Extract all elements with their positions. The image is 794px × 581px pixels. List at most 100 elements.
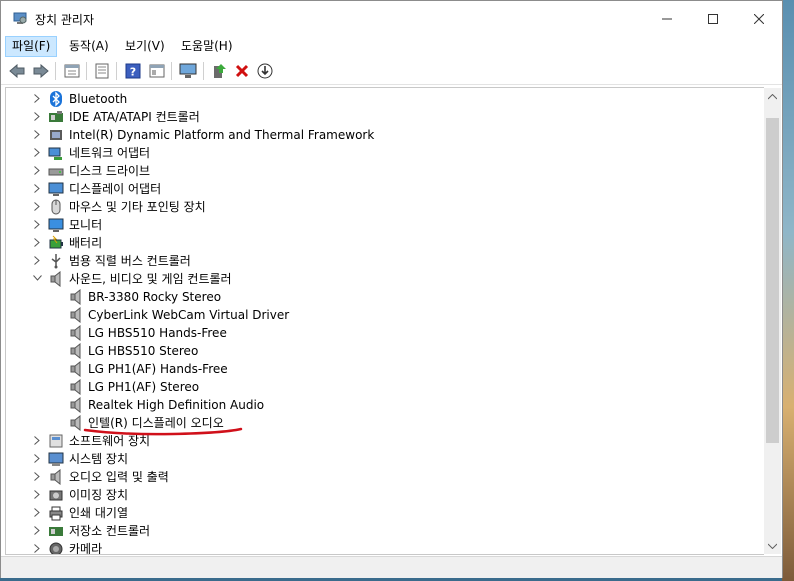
tree-category-label: 디스플레이 어댑터 [69, 182, 162, 196]
chevron-right-icon[interactable] [31, 90, 43, 108]
tree-device[interactable]: LG HBS510 Hands-Free [6, 324, 746, 342]
camera-icon [49, 542, 63, 554]
tree-category[interactable]: 범용 직렬 버스 컨트롤러 [6, 252, 746, 270]
chevron-right-icon[interactable] [31, 126, 43, 144]
scroll-up-button[interactable] [764, 88, 781, 105]
chevron-right-icon[interactable] [31, 522, 43, 540]
red-underline-annotation [83, 427, 243, 436]
menu-bar: 파일(F) 동작(A) 보기(V) 도움말(H) [1, 36, 782, 57]
chevron-right-icon[interactable] [31, 504, 43, 522]
speaker-icon [70, 289, 81, 305]
tree-device-label: LG HBS510 Hands-Free [88, 326, 227, 340]
network-adapter-icon [48, 147, 62, 160]
download-button[interactable] [255, 61, 275, 81]
menu-action[interactable]: 동작(A) [63, 36, 115, 57]
speaker-icon [70, 379, 81, 395]
chevron-up-icon [768, 93, 777, 99]
tree-category[interactable]: 디스플레이 어댑터 [6, 180, 746, 198]
help-button[interactable]: ? [123, 61, 143, 81]
chevron-right-icon[interactable] [31, 162, 43, 180]
mouse-icon [51, 199, 61, 215]
chevron-right-icon[interactable] [31, 108, 43, 126]
tree-device[interactable]: BR-3380 Rocky Stereo [6, 288, 746, 306]
tree-category[interactable]: 네트워크 어댑터 [6, 144, 746, 162]
menu-help[interactable]: 도움말(H) [175, 36, 239, 57]
chevron-right-icon[interactable] [31, 216, 43, 234]
tree-category[interactable]: 인쇄 대기열 [6, 504, 746, 522]
tree-device[interactable]: LG PH1(AF) Hands-Free [6, 360, 746, 378]
minimize-icon [662, 18, 672, 19]
speaker-icon [70, 397, 81, 413]
tree-category[interactable]: 이미징 장치 [6, 486, 746, 504]
update-driver-icon [214, 64, 226, 78]
tree-device[interactable]: LG HBS510 Stereo [6, 342, 746, 360]
chevron-right-icon[interactable] [31, 180, 43, 198]
menu-file[interactable]: 파일(F) [5, 36, 58, 57]
scrollbar-thumb[interactable] [766, 118, 779, 443]
desktop-background [782, 0, 794, 581]
ide-controller-icon [49, 111, 63, 122]
tree-category-label: 인쇄 대기열 [69, 506, 129, 520]
properties-button[interactable] [62, 61, 82, 81]
chevron-right-icon[interactable] [31, 252, 43, 270]
back-button[interactable] [7, 61, 27, 81]
tree-category[interactable]: 사운드, 비디오 및 게임 컨트롤러 [6, 270, 746, 288]
close-button[interactable] [736, 1, 782, 36]
battery-icon [49, 235, 63, 249]
tree-category[interactable]: Intel(R) Dynamic Platform and Thermal Fr… [6, 126, 746, 144]
maximize-button[interactable] [690, 1, 736, 36]
uninstall-button[interactable] [232, 61, 252, 81]
toolbar-separator [171, 62, 172, 80]
chevron-right-icon[interactable] [31, 450, 43, 468]
minimize-button[interactable] [644, 1, 690, 36]
tree-category[interactable]: 마우스 및 기타 포인팅 장치 [6, 198, 746, 216]
details-button[interactable] [147, 61, 167, 81]
tree-category[interactable]: IDE ATA/ATAPI 컨트롤러 [6, 108, 746, 126]
chevron-right-icon[interactable] [31, 198, 43, 216]
chevron-right-icon[interactable] [31, 486, 43, 504]
speaker-icon [70, 343, 81, 359]
tree-category[interactable]: 오디오 입력 및 출력 [6, 468, 746, 486]
tree-category[interactable]: 모니터 [6, 216, 746, 234]
chevron-right-icon[interactable] [31, 234, 43, 252]
scan-hardware-button[interactable] [178, 61, 198, 81]
svg-text:?: ? [130, 66, 136, 79]
speaker-icon [70, 415, 81, 431]
list-button[interactable] [92, 61, 112, 81]
device-manager-window: 장치 관리자 파일(F) 동작(A) 보기(V) 도움말(H) ? Blueto… [0, 0, 783, 578]
tree-device-label: LG PH1(AF) Hands-Free [88, 362, 228, 376]
toolbar-separator [116, 62, 117, 80]
tree-category[interactable]: 디스크 드라이브 [6, 162, 746, 180]
tree-device[interactable]: CyberLink WebCam Virtual Driver [6, 306, 746, 324]
toolbar: ? [1, 57, 782, 85]
forward-button[interactable] [31, 61, 51, 81]
update-driver-button[interactable] [209, 61, 229, 81]
close-icon [754, 13, 764, 24]
back-arrow-icon [9, 64, 25, 78]
chevron-right-icon[interactable] [31, 144, 43, 162]
tree-device[interactable]: Realtek High Definition Audio [6, 396, 746, 414]
properties-icon [64, 64, 80, 78]
tree-category-label: 시스템 장치 [69, 452, 129, 466]
disk-drive-icon [48, 168, 64, 176]
tree-category-label: Intel(R) Dynamic Platform and Thermal Fr… [69, 128, 375, 142]
tree-category[interactable]: 시스템 장치 [6, 450, 746, 468]
chevron-down-icon[interactable] [31, 270, 43, 288]
window-title: 장치 관리자 [35, 13, 95, 27]
chevron-right-icon[interactable] [31, 540, 43, 554]
tree-category[interactable]: 저장소 컨트롤러 [6, 522, 746, 540]
tree-category[interactable]: Bluetooth [6, 90, 746, 108]
tree-category-label: 오디오 입력 및 출력 [69, 470, 169, 484]
tree-device-label: LG HBS510 Stereo [88, 344, 199, 358]
vertical-scrollbar[interactable] [764, 88, 781, 554]
device-tree[interactable]: Bluetooth IDE ATA/ATAPI 컨트롤러 Intel(R) Dyna… [5, 87, 764, 555]
scroll-down-button[interactable] [764, 537, 781, 554]
tree-category[interactable]: 배터리 [6, 234, 746, 252]
chevron-right-icon[interactable] [31, 468, 43, 486]
chevron-right-icon[interactable] [31, 432, 43, 450]
menu-view[interactable]: 보기(V) [119, 36, 171, 57]
tree-category[interactable]: 카메라 [6, 540, 746, 554]
tree-device[interactable]: LG PH1(AF) Stereo [6, 378, 746, 396]
title-bar[interactable]: 장치 관리자 [1, 1, 782, 36]
software-device-icon [49, 434, 63, 448]
